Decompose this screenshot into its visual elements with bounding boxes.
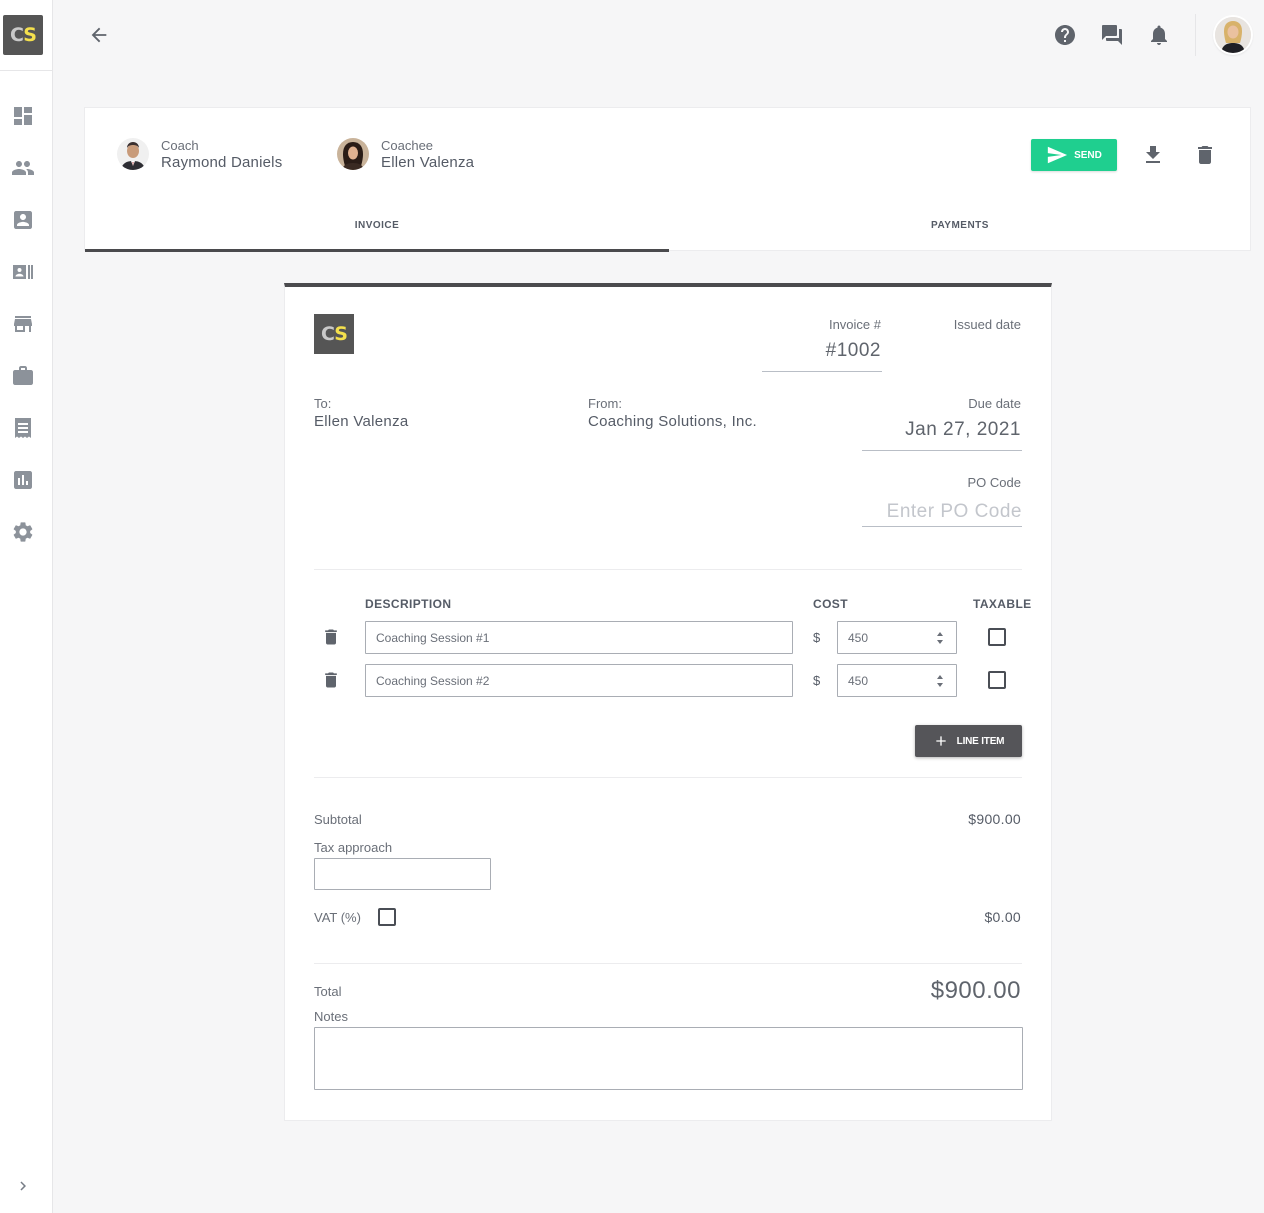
due-date-label: Due date — [968, 396, 1021, 411]
notes-textarea[interactable] — [314, 1027, 1023, 1090]
to-value: Ellen Valenza — [314, 413, 409, 430]
po-code-label: PO Code — [967, 475, 1021, 490]
send-icon — [1047, 146, 1068, 164]
plus-icon — [936, 736, 946, 746]
user-avatar[interactable] — [1215, 17, 1251, 53]
subtotal-value: $900.00 — [968, 811, 1021, 827]
contacts-icon[interactable] — [11, 260, 35, 284]
tax-approach-select[interactable] — [314, 858, 491, 890]
taxable-checkbox[interactable] — [988, 628, 1006, 646]
delete-line-item-icon[interactable] — [321, 670, 341, 690]
taxable-checkbox[interactable] — [988, 671, 1006, 689]
delete-line-item-icon[interactable] — [321, 627, 341, 647]
briefcase-icon[interactable] — [11, 364, 35, 388]
total-label: Total — [314, 984, 342, 999]
vat-label: VAT (%) — [314, 910, 361, 925]
issued-date-label: Issued date — [953, 317, 1021, 332]
coach-label: Coach — [161, 138, 199, 153]
vat-checkbox[interactable] — [378, 908, 396, 926]
add-line-item-button[interactable]: LINE ITEM — [915, 725, 1022, 757]
settings-icon[interactable] — [11, 520, 35, 544]
back-arrow-icon[interactable] — [88, 24, 110, 46]
dashboard-icon[interactable] — [11, 104, 35, 128]
sidebar-divider — [0, 70, 53, 71]
divider — [314, 777, 1022, 778]
divider — [314, 963, 1022, 964]
notifications-icon[interactable] — [1147, 23, 1171, 47]
portrait-icon[interactable] — [11, 208, 35, 232]
notes-label: Notes — [314, 1009, 348, 1024]
currency-symbol: $ — [813, 630, 821, 645]
vat-value: $0.00 — [984, 909, 1021, 925]
invoice-number-underline — [762, 371, 882, 372]
help-icon[interactable] — [1053, 23, 1077, 47]
divider — [314, 569, 1022, 570]
people-icon[interactable] — [11, 156, 35, 180]
invoice-card: CS Invoice # #1002 Issued date To: Ellen… — [284, 283, 1052, 1121]
line-item-description-input[interactable] — [365, 664, 793, 697]
coachee-name: Ellen Valenza — [381, 154, 475, 171]
due-date-underline — [862, 450, 1022, 451]
stepper-arrows-icon[interactable] — [936, 631, 944, 645]
receipt-icon[interactable] — [11, 416, 35, 440]
subtotal-label: Subtotal — [314, 812, 362, 827]
tab-payments[interactable]: PAYMENTS — [669, 216, 1251, 252]
line-item-description-input[interactable] — [365, 621, 793, 654]
invoice-number-label: Invoice # — [828, 317, 881, 332]
cost-column-header: COST — [813, 597, 848, 611]
chat-icon[interactable] — [1100, 23, 1124, 47]
total-value: $900.00 — [930, 977, 1021, 1004]
invoice-header-card: Coach Raymond Daniels Coachee Ellen Vale… — [84, 107, 1251, 252]
chart-icon[interactable] — [11, 468, 35, 492]
due-date-value[interactable]: Jan 27, 2021 — [905, 419, 1021, 441]
to-label: To: — [314, 396, 332, 411]
invoice-logo: CS — [314, 314, 354, 354]
download-icon[interactable] — [1141, 143, 1165, 167]
invoice-number[interactable]: #1002 — [826, 340, 881, 362]
send-button-label: SEND — [1074, 149, 1102, 161]
coachee-label: Coachee — [381, 138, 434, 153]
store-icon[interactable] — [11, 312, 35, 336]
description-column-header: DESCRIPTION — [365, 597, 452, 611]
coach-avatar — [117, 138, 149, 170]
stepper-arrows-icon[interactable] — [936, 674, 944, 688]
tax-approach-label: Tax approach — [314, 840, 393, 855]
po-code-input[interactable] — [862, 497, 1022, 527]
send-button[interactable]: SEND — [1031, 139, 1117, 171]
delete-invoice-icon[interactable] — [1193, 143, 1217, 167]
topbar-divider — [1195, 14, 1196, 56]
from-value: Coaching Solutions, Inc. — [588, 413, 757, 430]
taxable-column-header: TAXABLE — [973, 597, 1032, 611]
coachee-avatar — [337, 138, 369, 170]
expand-sidebar-chevron-icon[interactable] — [14, 1177, 32, 1195]
from-label: From: — [588, 396, 622, 411]
coach-name: Raymond Daniels — [161, 154, 283, 171]
tab-invoice[interactable]: INVOICE — [85, 216, 669, 252]
app-logo[interactable]: CS — [3, 15, 43, 55]
add-line-item-label: LINE ITEM — [956, 735, 1005, 747]
sidebar: CS — [0, 0, 53, 1213]
currency-symbol: $ — [813, 673, 821, 688]
